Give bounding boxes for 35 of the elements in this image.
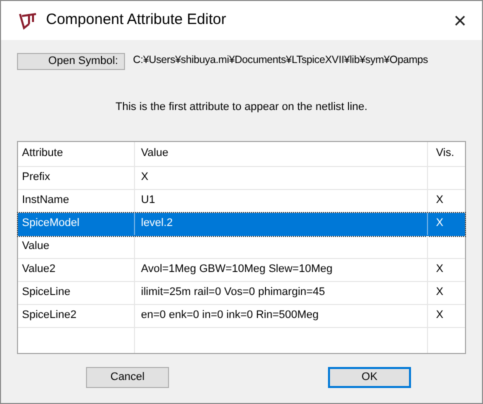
window-title: Component Attribute Editor xyxy=(46,10,226,30)
table-cell-text: X xyxy=(141,170,148,186)
table-cell-text: X xyxy=(436,308,444,324)
column-header[interactable]: Vis. xyxy=(428,142,465,166)
table-cell-text: U1 xyxy=(141,193,156,208)
table-cell-text: X xyxy=(436,216,444,232)
ok-button[interactable]: OK xyxy=(328,366,411,388)
table-cell-text: level.2 xyxy=(141,216,173,232)
table-row[interactable]: SpiceLine ilimit=25m rail=0 Vos=0 phimargin=45 X xyxy=(18,282,465,304)
table-row[interactable]: Value2 Avol=1Meg GBW=10Meg Slew=10Meg X xyxy=(18,258,465,282)
table-cell-text: Value2 xyxy=(22,262,56,278)
notice-text: This is the first attribute to appear on the netlist line. xyxy=(114,100,368,115)
cancel-button[interactable]: Cancel xyxy=(86,366,169,388)
symbol-path: C:¥Users¥shibuya.mi¥Documents¥LTspiceXVII¥lib¥sym¥Opamps xyxy=(133,53,428,68)
table-row[interactable]: Prefix X xyxy=(18,166,465,190)
app-logo-icon xyxy=(18,12,38,30)
table-cell-text: X xyxy=(436,285,444,300)
selected-table-row[interactable]: SpiceModel level.2 X xyxy=(18,212,465,236)
column-header[interactable]: Value xyxy=(135,142,428,166)
table-cell-text: SpiceLine xyxy=(22,285,70,300)
table-cell-text: X xyxy=(436,262,444,278)
table-cell-text: en=0 enk=0 in=0 ink=0 Rin=500Meg xyxy=(141,308,319,324)
open-symbol-button[interactable]: Open Symbol: xyxy=(17,52,125,70)
table-cell-text: InstName xyxy=(22,193,70,208)
table-cell-text: Prefix xyxy=(22,170,50,186)
column-header[interactable]: Attribute xyxy=(18,142,135,166)
table-cell-text: X xyxy=(436,193,444,208)
table-cell-text: SpiceModel xyxy=(22,216,80,232)
close-button[interactable]: × xyxy=(448,8,472,32)
table-cell-text: ilimit=25m rail=0 Vos=0 phimargin=45 xyxy=(141,285,326,300)
table-cell-text: Avol=1Meg GBW=10Meg Slew=10Meg xyxy=(141,262,332,278)
table-row[interactable]: SpiceLine2 en=0 enk=0 in=0 ink=0 Rin=500Meg X xyxy=(18,304,465,328)
table-cell-text: SpiceLine2 xyxy=(22,308,76,324)
table-cell-text: Value xyxy=(22,239,50,254)
table-row[interactable]: Value xyxy=(18,236,465,258)
